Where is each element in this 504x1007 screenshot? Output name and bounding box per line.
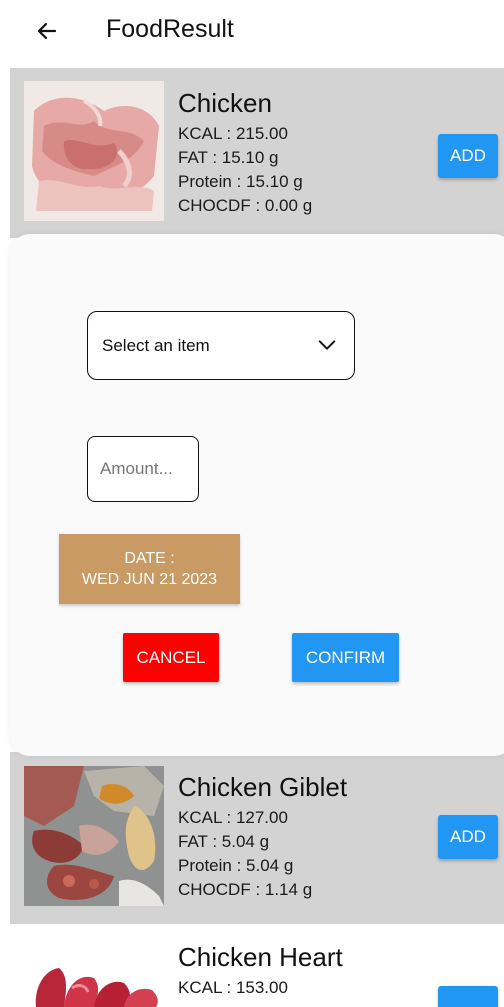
add-button[interactable]: ADD [438, 815, 498, 859]
food-kcal: KCAL : 127.00 [178, 808, 288, 827]
cancel-button[interactable]: CANCEL [123, 633, 219, 682]
food-kcal: KCAL : 215.00 [178, 124, 288, 143]
food-card-chicken-giblet: Chicken Giblet KCAL : 127.00 FAT : 5.04 … [10, 752, 504, 924]
food-result-screen: FoodResult Chicken KCAL : 215.00 FAT : 1… [0, 0, 504, 1007]
confirm-button[interactable]: CONFIRM [292, 633, 399, 682]
app-header: FoodResult [0, 0, 504, 62]
chevron-down-icon [318, 340, 336, 350]
food-name: Chicken [178, 88, 272, 118]
food-chocdf: CHOCDF : 1.14 g [178, 880, 313, 899]
item-select[interactable]: Select an item [87, 311, 355, 380]
item-select-value: Select an item [102, 336, 210, 355]
date-label: DATE : [124, 550, 175, 567]
food-name: Chicken Heart [178, 942, 343, 972]
food-protein: Protein : 5.04 g [178, 856, 294, 875]
food-chocdf: CHOCDF : 0.00 g [178, 196, 313, 215]
page-title: FoodResult [106, 15, 234, 43]
food-kcal: KCAL : 153.00 [178, 978, 288, 997]
add-button[interactable]: ADD [438, 134, 498, 178]
food-image-chicken-giblet [24, 766, 164, 906]
food-fat: FAT : 15.10 g [178, 148, 279, 167]
back-button[interactable] [32, 16, 62, 46]
food-card-chicken: Chicken KCAL : 215.00 FAT : 15.10 g Prot… [10, 68, 504, 238]
date-value: WED JUN 21 2023 [81, 571, 218, 588]
food-image-chicken-heart [24, 948, 164, 1007]
food-protein: Protein : 15.10 g [178, 172, 303, 191]
add-food-dialog: Select an item DATE : WED JUN 21 2023 CA… [10, 234, 504, 756]
amount-input[interactable] [87, 436, 199, 502]
arrow-left-icon [37, 22, 57, 40]
food-name: Chicken Giblet [178, 772, 348, 802]
food-card-chicken-heart: Chicken Heart KCAL : 153.00 [10, 934, 504, 1007]
food-image-chicken [24, 81, 164, 221]
food-fat: FAT : 5.04 g [178, 832, 270, 851]
date-button[interactable]: DATE : WED JUN 21 2023 [59, 534, 240, 604]
add-button[interactable] [438, 986, 498, 1007]
